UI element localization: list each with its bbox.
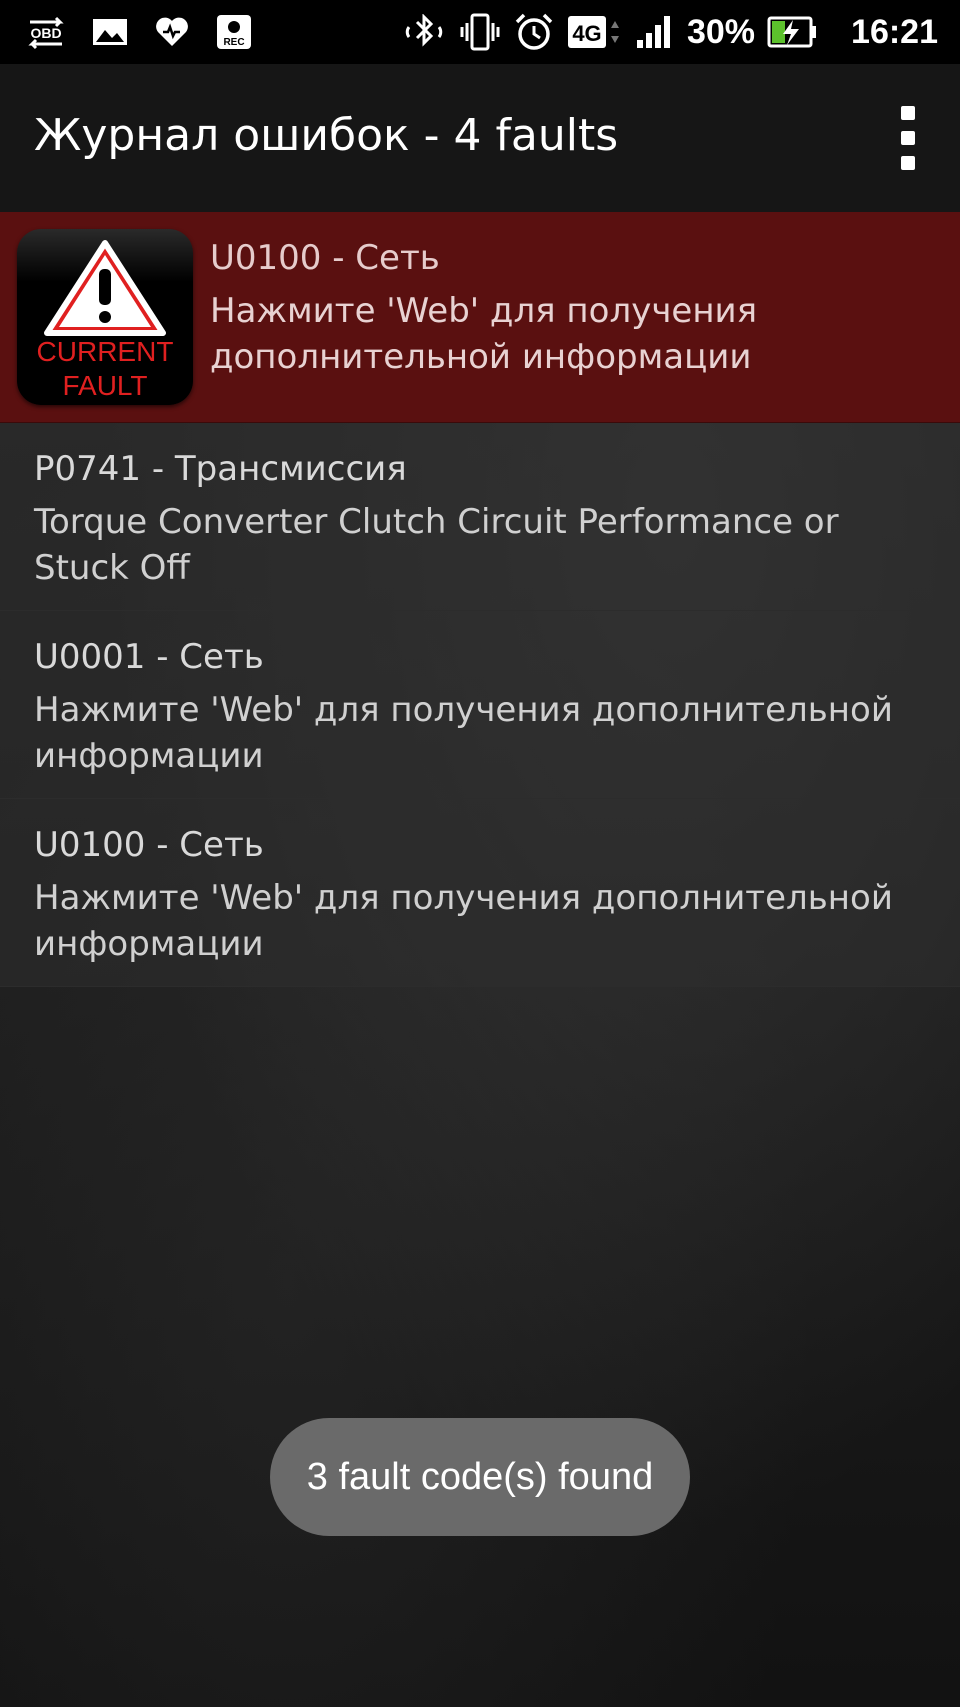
current-fault-icon: CURRENT FAULT (17, 229, 193, 405)
network-type-label: 4G (572, 21, 601, 46)
network-type-icon: 4G (567, 13, 623, 51)
action-bar: Журнал ошибок - 4 faults (0, 64, 960, 212)
signal-icon (635, 14, 675, 50)
obd-label: OBD (30, 25, 61, 41)
fault-description: Нажмите 'Web' для получения дополнительн… (34, 878, 893, 964)
status-bar: OBD REC 4G 30% 16:21 (0, 0, 960, 64)
toast-text: 3 fault code(s) found (306, 1455, 654, 1498)
fault-description: Нажмите 'Web' для получения дополнительн… (210, 291, 758, 377)
toast-message: 3 fault code(s) found (270, 1418, 690, 1536)
fault-item-current[interactable]: CURRENT FAULT U0100 - Сеть Нажмите 'Web'… (0, 212, 960, 423)
overflow-menu-icon[interactable] (896, 106, 920, 170)
alarm-icon (513, 12, 555, 52)
fault-code: U0100 - Сеть (34, 825, 264, 865)
fault-item[interactable]: P0741 - Трансмиссия Torque Converter Clu… (0, 423, 960, 611)
fault-description: Torque Converter Clutch Circuit Performa… (34, 502, 839, 588)
battery-percent: 30% (686, 12, 756, 51)
fault-code: U0001 - Сеть (34, 637, 264, 677)
fault-code: P0741 - Трансмиссия (34, 449, 407, 489)
vibrate-icon (459, 13, 501, 51)
bluetooth-icon (401, 14, 447, 50)
obd-icon: OBD (26, 14, 66, 50)
battery-charging-icon (767, 15, 819, 49)
page-title: Журнал ошибок - 4 faults (34, 110, 619, 161)
fault-list: CURRENT FAULT U0100 - Сеть Нажмите 'Web'… (0, 212, 960, 987)
rec-icon: REC (216, 14, 252, 50)
fault-description: Нажмите 'Web' для получения дополнительн… (34, 690, 893, 776)
fault-item[interactable]: U0001 - Сеть Нажмите 'Web' для получения… (0, 611, 960, 799)
image-icon (92, 16, 128, 48)
current-fault-label: CURRENT (36, 336, 174, 367)
heart-icon (154, 16, 190, 48)
fault-item[interactable]: U0100 - Сеть Нажмите 'Web' для получения… (0, 799, 960, 987)
rec-label: REC (223, 37, 244, 48)
fault-code: U0100 - Сеть (210, 238, 440, 278)
clock: 16:21 (851, 12, 938, 51)
fault-label: FAULT (62, 370, 148, 401)
